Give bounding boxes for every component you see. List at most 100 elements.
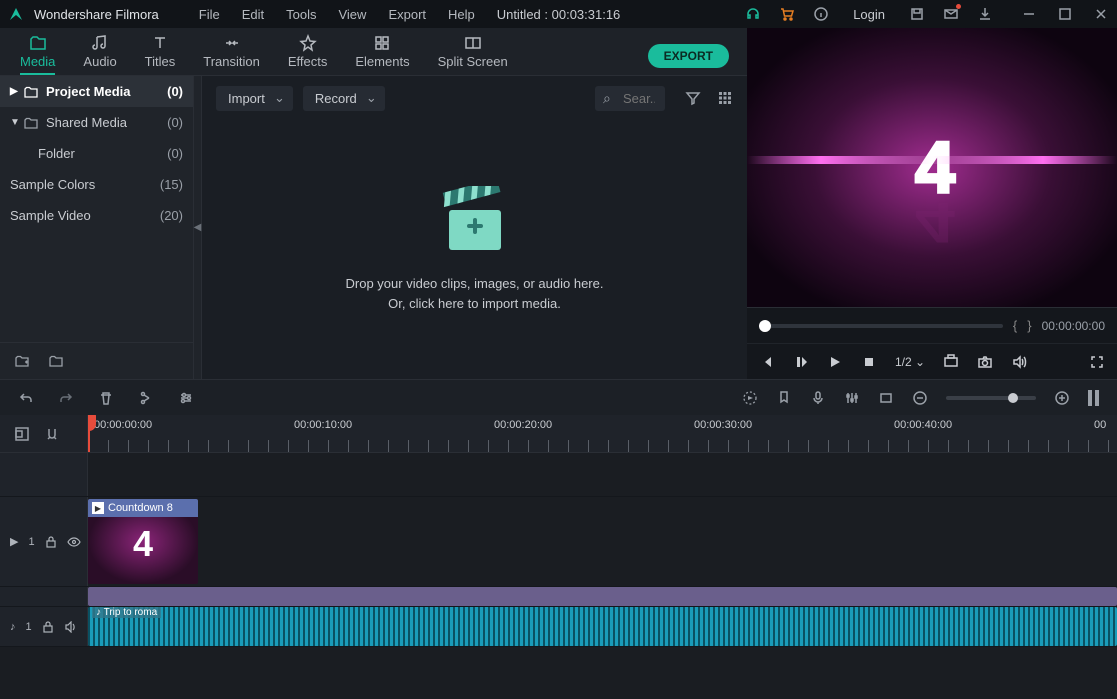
track-body[interactable]: ▶ Countdown 8 4 [88,497,1117,586]
render-icon[interactable] [742,390,758,406]
tab-audio[interactable]: Audio [83,34,116,75]
eye-icon[interactable] [67,536,81,548]
tab-elements[interactable]: Elements [355,34,409,75]
tab-media[interactable]: Media [20,34,55,75]
sidebar: ▶ Project Media (0) ▼ Shared Media (0) [0,76,194,379]
media-drop-zone[interactable]: Drop your video clips, images, or audio … [202,120,747,379]
menu-view[interactable]: View [338,7,366,22]
sidebar-collapse-handle[interactable]: ◀ [194,76,202,379]
login-button[interactable]: Login [853,7,885,22]
crop-icon[interactable] [878,390,894,406]
track-body[interactable] [88,587,1117,606]
sidebar-item-count: (0) [167,115,183,130]
zoom-out-icon[interactable] [912,390,928,406]
snap-icon[interactable] [44,426,60,442]
adjust-icon[interactable] [178,390,194,406]
app-name: Wondershare Filmora [34,7,159,22]
cart-icon[interactable] [779,6,795,22]
sidebar-item-sample-colors[interactable]: Sample Colors (15) [0,169,193,200]
tab-splitscreen[interactable]: Split Screen [438,34,508,75]
mark-in[interactable]: { [1013,318,1017,333]
message-icon[interactable] [943,6,959,22]
search-input[interactable] [595,86,665,111]
menu-edit[interactable]: Edit [242,7,264,22]
maximize-icon[interactable] [1057,6,1073,22]
sidebar-item-sample-video[interactable]: Sample Video (20) [0,200,193,231]
ruler-time: 00:00:00:00 [94,419,152,431]
preview-panel: 4 4 { } 00:00:00:00 1/2 ⌄ [747,28,1117,379]
clip-name: Countdown 8 [108,502,173,514]
tab-titles[interactable]: Titles [145,34,176,75]
delete-icon[interactable] [98,390,114,406]
menu-help[interactable]: Help [448,7,475,22]
sidebar-item-project-media[interactable]: ▶ Project Media (0) [0,76,193,107]
headset-icon[interactable] [745,6,761,22]
menu-file[interactable]: File [199,7,220,22]
video-clip[interactable]: ▶ Countdown 8 4 [88,499,198,584]
record-dropdown[interactable]: Record [303,86,385,111]
timeline-ruler: 00:00:00:00 00:00:10:00 00:00:20:00 00:0… [0,415,1117,453]
stop-icon[interactable] [861,354,877,370]
preview-canvas[interactable]: 4 4 [747,28,1117,307]
snapshot-icon[interactable] [977,354,993,370]
manage-tracks-icon[interactable] [14,426,30,442]
export-button[interactable]: EXPORT [648,44,729,68]
undo-icon[interactable] [18,390,34,406]
scrub-track[interactable] [759,324,1003,328]
quality-icon[interactable] [943,354,959,370]
track-empty [0,453,1117,497]
scrub-thumb[interactable] [759,320,771,332]
import-dropdown[interactable]: Import [216,86,293,111]
save-icon[interactable] [909,6,925,22]
mute-icon[interactable] [64,621,78,633]
folder-icon[interactable] [48,353,64,369]
tab-transition[interactable]: Transition [203,34,260,75]
lock-icon[interactable] [45,536,57,548]
track-number: 1 [28,536,34,548]
zoom-in-icon[interactable] [1054,390,1070,406]
close-icon[interactable] [1093,6,1109,22]
mixer-icon[interactable] [844,390,860,406]
filter-icon[interactable] [685,90,701,106]
menu-tools[interactable]: Tools [286,7,316,22]
voiceover-icon[interactable] [810,390,826,406]
play-icon[interactable] [827,354,843,370]
tab-transition-label: Transition [203,54,260,69]
marker-icon[interactable] [776,390,792,406]
redo-icon[interactable] [58,390,74,406]
zoom-slider[interactable] [946,396,1036,400]
sidebar-item-folder[interactable]: Folder (0) [0,138,193,169]
prev-frame-icon[interactable] [759,354,775,370]
split-icon[interactable] [138,390,154,406]
transition-clip[interactable] [88,587,1117,606]
zoom-fit-icon[interactable] [1088,390,1099,406]
menu-export[interactable]: Export [388,7,426,22]
fullscreen-icon[interactable] [1089,354,1105,370]
preview-zoom[interactable]: 1/2 ⌄ [895,355,925,369]
clapper-icon [435,186,515,256]
audio-clip[interactable]: ♪ Trip to roma [88,607,1117,646]
play-pause-icon[interactable] [793,354,809,370]
mark-out[interactable]: } [1027,318,1031,333]
sidebar-item-count: (0) [167,146,183,161]
info-icon[interactable] [813,6,829,22]
lock-icon[interactable] [42,621,54,633]
grid-view-icon[interactable] [717,90,733,106]
preview-digit-shadow: 4 [915,190,949,256]
audio-waveform [88,607,1117,646]
minimize-icon[interactable] [1021,6,1037,22]
tab-effects[interactable]: Effects [288,34,328,75]
playhead[interactable] [88,415,90,452]
new-folder-icon[interactable] [14,353,30,369]
track-body[interactable]: ♪ Trip to roma [88,607,1117,646]
sparkle-effect [747,156,1117,164]
track-head-audio: ♪1 [0,607,88,646]
download-icon[interactable] [977,6,993,22]
track-body[interactable] [88,453,1117,496]
volume-icon[interactable] [1011,354,1027,370]
ruler-track[interactable]: 00:00:00:00 00:00:10:00 00:00:20:00 00:0… [88,415,1117,452]
clip-thumbnail-digit: 4 [133,523,153,565]
timeline: 00:00:00:00 00:00:10:00 00:00:20:00 00:0… [0,415,1117,647]
sidebar-item-shared-media[interactable]: ▼ Shared Media (0) [0,107,193,138]
caret-right-icon: ▶ [10,86,20,97]
